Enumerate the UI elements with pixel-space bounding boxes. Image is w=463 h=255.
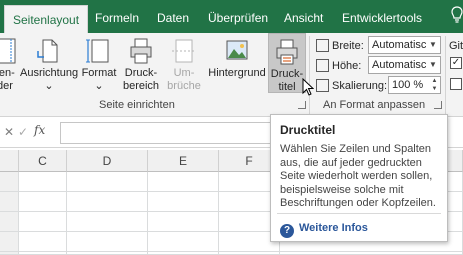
lightbulb-icon[interactable] (451, 6, 463, 26)
skalierung-spinner[interactable]: 100 % ▲ ▼ (388, 76, 441, 94)
an-format-anpassen-launcher-icon[interactable] (434, 101, 442, 109)
margins-label-2: der (0, 80, 13, 92)
gitternetzlinien-heading: Gitt (449, 37, 463, 55)
background-button[interactable]: Hintergrund (206, 33, 268, 80)
checkmark-icon[interactable]: ✓ (18, 125, 28, 139)
chevron-down-icon: ▼ (426, 37, 440, 53)
size-icon (86, 39, 109, 63)
spinner-arrows-icon[interactable]: ▲ ▼ (429, 77, 440, 93)
print-titles-tooltip: Drucktitel Wählen Sie Zeilen und Spalten… (270, 114, 448, 242)
print-area-button[interactable]: Druck- bereich (120, 33, 162, 93)
height-icon (316, 59, 329, 72)
group-label-seite-einrichten: Seite einrichten (99, 99, 175, 111)
margins-icon (0, 38, 16, 64)
size-dropdown-icon: ⌄ (94, 80, 104, 92)
chevron-down-icon: ▼ (426, 57, 440, 73)
tab-seitenlayout[interactable]: Seitenlayout (4, 5, 89, 33)
orientation-button[interactable]: Ausrichtung ⌄ (20, 33, 78, 93)
gridlines-view-checkbox[interactable]: ✓ (450, 57, 462, 69)
ribbon-tab-bar: Seitenlayout Formeln Daten Überprüfen An… (0, 0, 463, 33)
cell[interactable] (67, 212, 148, 232)
ribbon: ren- der Ausrichtung ⌄ Format ⌄ Druck- b… (0, 33, 463, 117)
cell[interactable] (148, 212, 219, 232)
hoehe-label: Höhe: (332, 60, 362, 72)
tooltip-divider (277, 213, 441, 214)
cell[interactable] (67, 172, 148, 192)
print-titles-label-1: Druck- (270, 68, 304, 80)
insert-function-button[interactable]: fx (34, 123, 45, 137)
breaks-icon (172, 39, 196, 63)
breaks-button[interactable]: Um- brüche (165, 33, 203, 93)
orientation-label: Ausrichtung (20, 67, 79, 79)
row-header[interactable] (0, 212, 19, 232)
column-header-d[interactable]: D (67, 150, 148, 172)
tooltip-description: Wählen Sie Zeilen und Spalten aus, die a… (280, 143, 436, 209)
corner-select-all[interactable] (0, 150, 19, 172)
group-label-an-format-anpassen: An Format anpassen (323, 99, 426, 111)
row-header[interactable] (0, 192, 19, 212)
row-header[interactable] (0, 172, 19, 192)
tab-entwicklertools[interactable]: Entwicklertools (342, 0, 422, 33)
background-icon (226, 40, 248, 60)
tab-ansicht[interactable]: Ansicht (284, 0, 323, 33)
scale-icon (316, 79, 329, 92)
skalierung-label: Skalierung: (332, 80, 388, 92)
tab-formeln[interactable]: Formeln (95, 0, 139, 33)
cell[interactable] (67, 232, 148, 252)
gitternetzlinien-label: Gitt (449, 40, 463, 52)
size-label: Format (81, 67, 117, 79)
cell[interactable] (19, 192, 67, 212)
tab-daten[interactable]: Daten (157, 0, 189, 33)
cell[interactable] (148, 232, 219, 252)
hoehe-dropdown[interactable]: Automatiscl ▼ (368, 56, 441, 74)
breite-value: Automatiscl (372, 39, 429, 51)
background-label: Hintergrund (208, 67, 266, 79)
cancel-icon[interactable]: ✕ (4, 125, 14, 139)
group-divider (309, 36, 310, 114)
seite-einrichten-launcher-icon[interactable] (298, 101, 306, 109)
print-area-label-1: Druck- (124, 67, 158, 79)
group-divider (445, 36, 446, 114)
print-titles-icon (276, 39, 298, 65)
tooltip-title: Drucktitel (280, 123, 336, 137)
margins-button[interactable]: ren- der (0, 33, 20, 93)
cell[interactable] (67, 192, 148, 212)
breaks-label-2: brüche (167, 80, 201, 92)
width-icon (316, 39, 329, 52)
cell[interactable] (19, 212, 67, 232)
cell[interactable] (148, 192, 219, 212)
print-area-icon (130, 38, 152, 64)
column-header-e[interactable]: E (148, 150, 219, 172)
hoehe-value: Automatiscl (372, 59, 429, 71)
breaks-label-1: Um- (173, 67, 195, 79)
orientation-dropdown-icon: ⌄ (44, 80, 54, 92)
column-header-c[interactable]: C (19, 150, 67, 172)
breite-label: Breite: (332, 40, 364, 52)
mouse-cursor-icon (302, 78, 314, 96)
breite-dropdown[interactable]: Automatiscl ▼ (368, 36, 441, 54)
margins-label-1: ren- (0, 67, 15, 79)
cell[interactable] (148, 172, 219, 192)
tab-ueberpruefen[interactable]: Überprüfen (208, 0, 268, 33)
print-area-label-2: bereich (122, 80, 160, 92)
orientation-icon (37, 39, 58, 63)
gridlines-print-checkbox[interactable] (450, 78, 462, 90)
cell[interactable] (19, 172, 67, 192)
row-header[interactable] (0, 232, 19, 252)
skalierung-value: 100 % (392, 79, 424, 91)
formula-input[interactable] (60, 122, 280, 144)
size-button[interactable]: Format ⌄ (80, 33, 118, 93)
cell[interactable] (19, 232, 67, 252)
tooltip-link-text: Weitere Infos (299, 222, 368, 234)
help-circle-icon: ? (280, 224, 294, 238)
print-titles-button[interactable]: Druck- titel (268, 33, 306, 93)
print-titles-label-2: titel (278, 81, 296, 93)
tooltip-more-info-link[interactable]: ? Weitere Infos (280, 219, 368, 238)
